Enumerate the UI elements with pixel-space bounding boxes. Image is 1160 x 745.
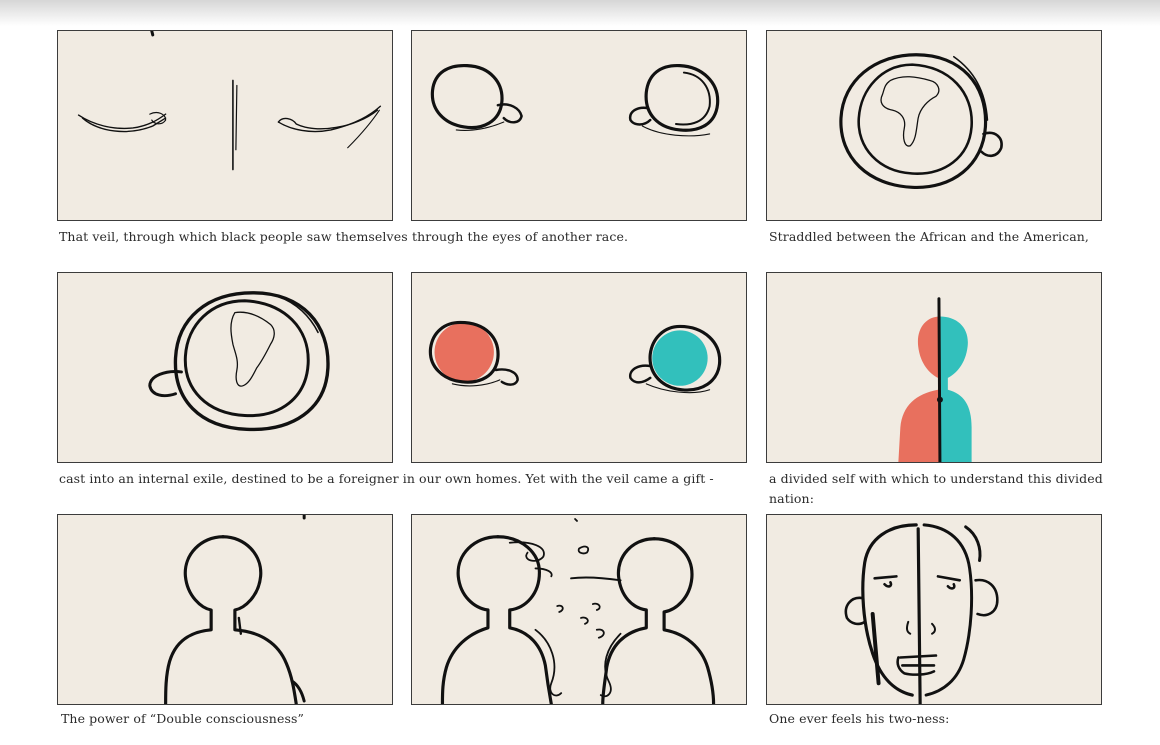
- eye-with-africa-sketch: [839, 53, 1003, 189]
- closed-eyes-sketch: [77, 31, 382, 171]
- panel-head-silhouette: [57, 514, 393, 705]
- colored-eyes-sketch: [428, 320, 722, 394]
- split-face-sketch: [844, 523, 999, 704]
- panel-colored-eyes: [411, 272, 747, 463]
- caption-1: That veil, through which black people sa…: [59, 229, 408, 244]
- divided-figure-sketch: [898, 297, 972, 462]
- two-eyes-sketch: [430, 64, 720, 137]
- panel-divided-figure: [766, 272, 1102, 463]
- caption-9: One ever feels his two-ness:: [769, 711, 950, 726]
- panel-split-face: [766, 514, 1102, 705]
- coral-iris: [434, 322, 494, 382]
- caption-6: a divided self with which to understand …: [769, 471, 1103, 506]
- head-silhouette-sketch: [164, 515, 306, 704]
- caption-4: cast into an internal exile, destined to…: [59, 471, 714, 486]
- caption-2: through the eyes of another race.: [412, 229, 629, 244]
- facing-heads-sketch: [440, 518, 716, 704]
- teal-iris: [652, 330, 708, 386]
- eye-with-south-america-sketch: [148, 291, 330, 432]
- panel-closed-eyes: [57, 30, 393, 221]
- center-dot: [936, 396, 943, 403]
- top-shadow: [0, 0, 1160, 26]
- panel-eye-south-america: [57, 272, 393, 463]
- panel-two-eyes: [411, 30, 747, 221]
- caption-3: Straddled between the African and the Am…: [769, 229, 1090, 244]
- caption-7: The power of “Double consciousness”: [61, 711, 304, 726]
- panel-facing-heads: [411, 514, 747, 705]
- panel-eye-africa: [766, 30, 1102, 221]
